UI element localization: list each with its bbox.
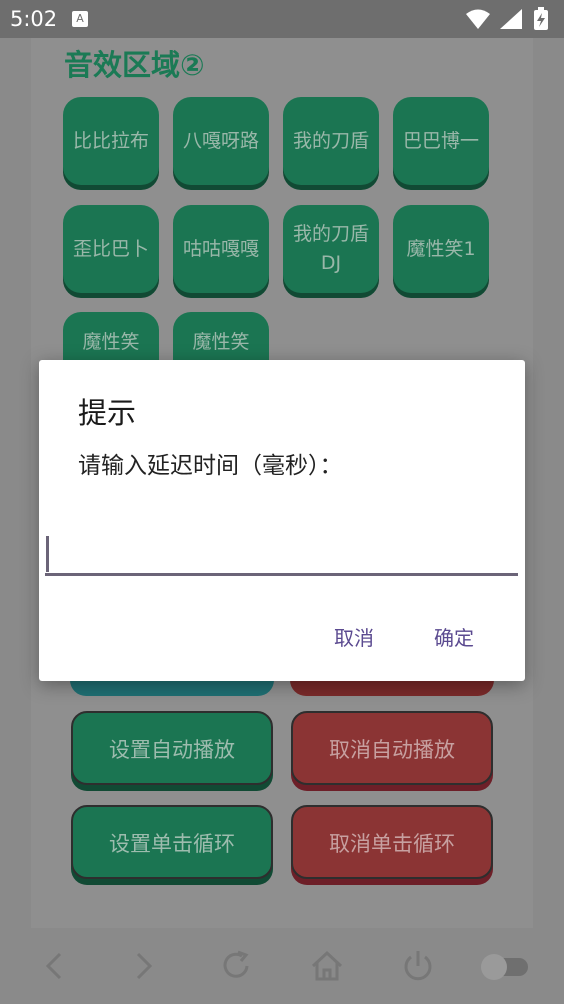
dialog-title: 提示 [78, 396, 137, 430]
system-status-icons [466, 7, 548, 30]
delay-input-dialog: 提示 请输入延迟时间（毫秒）： 取消 确定 [39, 360, 525, 681]
home-icon[interactable] [307, 946, 347, 986]
section-title: 音效区域② [64, 48, 205, 82]
sound-pad-1[interactable]: 比比拉布 [63, 97, 159, 185]
bottom-nav-bar [0, 928, 564, 1004]
sound-pad-label: 魔性笑 [82, 331, 140, 353]
cancel-button[interactable]: 取消 [334, 622, 374, 651]
sound-pad-label: 我的刀盾 [292, 129, 369, 152]
wifi-icon [466, 9, 490, 29]
delay-ms-input[interactable] [45, 530, 518, 576]
sound-pad-label: 我的刀盾DJ [292, 223, 369, 274]
refresh-icon[interactable] [216, 946, 256, 986]
back-arrow-icon[interactable] [34, 946, 74, 986]
sound-pad-5[interactable]: 歪比巴卜 [63, 205, 159, 293]
toggle-switch[interactable] [478, 946, 534, 986]
sound-pad-label: 八嘎呀路 [182, 129, 259, 152]
status-time: 5:02 [10, 7, 58, 31]
cell-signal-icon [500, 9, 522, 29]
text-cursor [46, 536, 49, 572]
battery-icon [534, 7, 548, 30]
sound-pad-label: 咕咕嘎嘎 [182, 237, 259, 260]
cancel-click-loop-button[interactable]: 取消单击循环 [291, 805, 493, 879]
dialog-message: 请输入延迟时间（毫秒）： [78, 453, 343, 479]
power-icon[interactable] [398, 946, 438, 986]
sound-pad-8[interactable]: 魔性笑1 [393, 205, 489, 293]
sound-pad-6[interactable]: 咕咕嘎嘎 [173, 205, 269, 293]
sound-pad-label: 巴巴博一 [402, 129, 479, 152]
cancel-auto-play-button[interactable]: 取消自动播放 [291, 711, 493, 785]
sound-pad-2[interactable]: 八嘎呀路 [173, 97, 269, 185]
forward-arrow-icon[interactable] [124, 946, 164, 986]
sound-pad-label: 魔性笑 [192, 331, 250, 353]
set-click-loop-button[interactable]: 设置单击循环 [71, 805, 273, 879]
sound-pad-label: 歪比巴卜 [72, 237, 149, 260]
sound-pad-label: 比比拉布 [72, 129, 149, 152]
sound-pad-4[interactable]: 巴巴博一 [393, 97, 489, 185]
confirm-button[interactable]: 确定 [434, 622, 474, 651]
set-auto-play-button[interactable]: 设置自动播放 [71, 711, 273, 785]
sound-pad-7[interactable]: 我的刀盾DJ [283, 205, 379, 293]
a-notification-icon: A [72, 11, 88, 27]
sound-pad-label: 魔性笑1 [406, 237, 476, 260]
sound-pad-3[interactable]: 我的刀盾 [283, 97, 379, 185]
status-bar: 5:02 A [0, 0, 564, 38]
